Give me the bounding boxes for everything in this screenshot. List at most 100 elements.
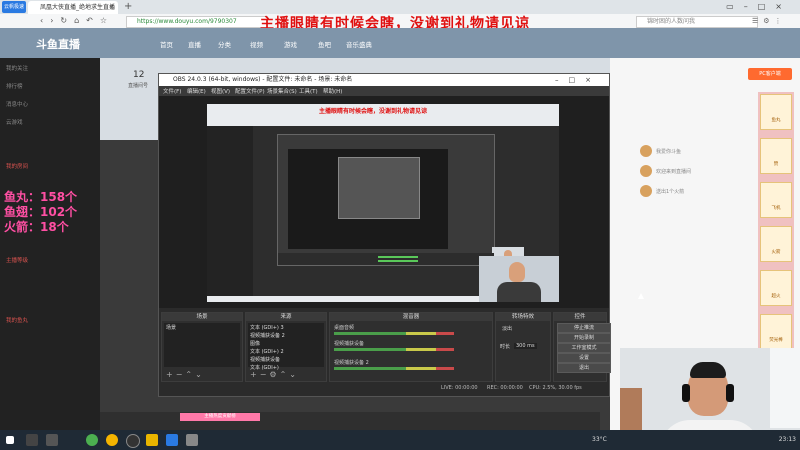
obs-docks: 场景 场景 +−⌃⌄ 来源 文本 (GDI+) 3 视频捕获设备 2 图像 文本… [159,312,611,382]
nav-home[interactable]: 首页 [160,39,173,49]
source-controls-icon[interactable]: +−⚙⌃⌄ [250,370,299,379]
address-bar: ‹›↻⌂↶☆ https://www.douyu.com/9790307 主播眼… [0,14,800,32]
obs-title-bar: OBS 24.0.3 (64-bit, windows) - 配置文件: 未命名… [159,74,609,86]
webcam-preview [479,256,559,302]
exit-button[interactable]: 退出 [557,363,611,373]
mixer-meter[interactable] [334,367,454,370]
sidebar-item-level[interactable]: 主播等级 [6,256,28,264]
sidebar-item-cloudgame[interactable]: 云游戏 [6,118,23,126]
transition-select[interactable]: 淡出 [502,325,512,332]
site-logo[interactable]: 斗鱼直播 [36,36,80,52]
site-nav: 斗鱼直播 首页 直播 分类 视频 游戏 鱼吧 音乐盛典 [0,28,800,58]
gift-item[interactable]: 鱼丸 [760,94,792,130]
meter-bar [378,256,418,258]
browser-logo[interactable]: 云帆极速 [2,1,26,13]
face [509,262,525,282]
menu-scene-collection[interactable]: 场景集合(S) [267,87,297,95]
stat-fin: 鱼翅：102个 [4,205,78,219]
meter-bar [378,260,418,262]
browser-tab-bar: 云帆极速 凤凰大侠直播_绝地求生直播 × + ▭–□× [0,0,800,14]
start-icon[interactable] [6,436,14,444]
toolbar-icons[interactable]: ☰⚙⋮ [752,15,787,27]
app-icon[interactable] [86,434,98,446]
nav-fishbar[interactable]: 鱼吧 [318,39,331,49]
tab-douyu[interactable]: 凤凰大侠直播_绝地求生直播 × [28,1,118,14]
chat-text: 送出1个火箭 [656,189,685,195]
source-item[interactable]: 图像 [250,340,260,347]
obs-status-bar: LIVE: 00:00:00 REC: 00:00:00 CPU: 2.5%, … [159,382,609,394]
obs-window: OBS 24.0.3 (64-bit, windows) - 配置文件: 未命名… [158,73,611,397]
gift-item[interactable]: 赞 [760,138,792,174]
windows-taskbar: 33°C 23:13 [0,430,800,450]
gift-item[interactable]: 火箭 [760,226,792,262]
chat-message: 欢迎来到直播间 [640,165,740,179]
contribution-label[interactable]: 主播热度贡献榜 [180,413,260,421]
app-icon[interactable] [166,434,178,446]
sidebar-item-rank[interactable]: 排行榜 [6,82,23,90]
close-tab-icon[interactable]: × [109,1,115,14]
sidebar-item-follow[interactable]: 我的关注 [6,64,28,72]
source-item[interactable]: 文本 (GDI+) 3 [250,324,284,331]
transitions-dock: 转场特效 淡出 时长 300 ms [495,312,551,382]
sidebar-item-fishball[interactable]: 我的鱼丸 [6,316,28,324]
nav-music[interactable]: 音乐盛典 [346,39,372,49]
stat-fishball: 鱼丸：158个 [4,190,78,204]
obs-window-controls[interactable]: –□× [555,74,601,86]
mixer-capture-device: 视频捕获设备 [334,341,365,347]
nav-video[interactable]: 视频 [250,39,263,49]
nav-buttons-icon[interactable]: ‹›↻⌂↶☆ [40,15,114,27]
avatar [640,165,652,177]
chat-message: 送出1个火箭 [640,185,740,199]
nav-games[interactable]: 游戏 [284,39,297,49]
sources-dock: 来源 文本 (GDI+) 3 视频捕获设备 2 图像 文本 (GDI+) 2 视… [245,312,327,382]
window-controls[interactable]: ▭–□× [726,0,792,14]
menu-view[interactable]: 视图(V) [211,87,230,95]
scene-controls-icon[interactable]: +−⌃⌄ [166,370,205,379]
search-icon[interactable] [26,434,38,446]
gift-item[interactable]: 荧光棒 [760,314,792,350]
chat-text: 欢迎来到直播间 [656,169,692,175]
mixer-meter[interactable] [334,348,454,351]
sources-header: 来源 [246,313,326,321]
gift-item[interactable]: 超火 [760,270,792,306]
source-item[interactable]: 文本 (GDI+) 2 [250,348,284,355]
settings-button[interactable]: 设置 [557,353,611,363]
app-icon[interactable] [186,434,198,446]
new-tab-icon[interactable]: + [124,0,132,14]
start-recording-button[interactable]: 开始录制 [557,333,611,343]
sidebar-item-myroom[interactable]: 我的房间 [6,162,28,170]
sidebar-item-messages[interactable]: 消息中心 [6,100,28,108]
scenes-header: 场景 [162,313,242,321]
menu-edit[interactable]: 编辑(E) [187,87,206,95]
obs-icon[interactable] [126,434,140,448]
nested-obs-preview [288,149,448,249]
task-view-icon[interactable] [46,434,58,446]
duration-input[interactable]: 300 ms [514,343,537,349]
scene-item[interactable]: 场景 [166,324,176,331]
source-item[interactable]: 视频捕获设备 [250,356,280,363]
nested-screen-capture: 主播眼睛有时候会瞎，没谢到礼物请见谅 [207,104,559,302]
nav-category[interactable]: 分类 [218,39,231,49]
obs-preview[interactable]: 主播眼睛有时候会瞎，没谢到礼物请见谅 [159,96,609,308]
nav-live[interactable]: 直播 [188,39,201,49]
clock[interactable]: 23:13 [779,430,796,450]
menu-help[interactable]: 帮助(H) [323,87,342,95]
app-icon[interactable] [146,434,158,446]
gift-item[interactable]: 飞机 [760,182,792,218]
mixer-desktop-audio: 桌面音频 [334,325,355,331]
headset-icon [726,384,734,402]
chrome-icon[interactable] [106,434,118,446]
room-number: 12 [133,70,145,80]
browser-search-input[interactable]: 锦时困的人数问我 [636,16,758,28]
mixer-meter[interactable] [334,332,454,335]
studio-mode-button[interactable]: 工作室模式 [557,343,611,353]
menu-profile[interactable]: 配置文件(P) [235,87,265,95]
weather-widget[interactable]: 33°C [592,430,607,450]
menu-tools[interactable]: 工具(T) [299,87,318,95]
menu-file[interactable]: 文件(F) [163,87,181,95]
stop-streaming-button[interactable]: 停止推流 [557,323,611,333]
pc-client-button[interactable]: PC客户端 [748,68,792,80]
status-live: LIVE: 00:00:00 [441,385,478,391]
source-item[interactable]: 视频捕获设备 2 [250,332,285,339]
url-input[interactable]: https://www.douyu.com/9790307 [126,16,268,28]
